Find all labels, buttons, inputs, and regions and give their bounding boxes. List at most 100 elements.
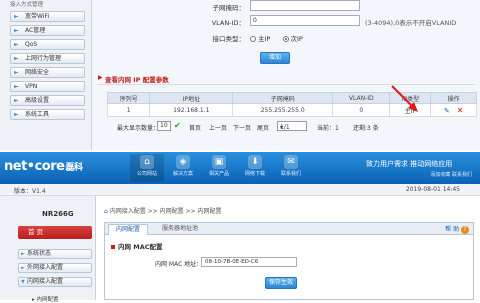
sidebar-subitem-lan-config[interactable]: ▸ 内网配置 [32,295,59,303]
sidebar-item-vpn[interactable]: ► VPN [10,81,85,92]
breadcrumb: ⌂ 内网接入配置 >> 内网配置 >> 内网配置 [104,208,222,215]
cell-mask: 255.255.255.0 [232,103,334,117]
top-screenshot: 接入方式管理 ► 宽带WiFi ► AC管理 ► QoS ► 上网行为管理 ► 网络安全 … [0,0,480,152]
sidebar-item-ac[interactable]: ► AC管理 [10,25,85,36]
chevron-down-icon: ▼ [21,279,25,285]
tab-bar: 内网配置 服务器地址池 帮 助 ? [105,223,473,235]
chevron-right-icon: ► [14,13,19,20]
nav-products[interactable]: ▣ 相关产品 [202,154,236,182]
subnet-row: 子网掩码： [93,0,480,14]
sidebar-item-tools[interactable]: ► 系统工具 [10,109,85,120]
col-header: IP类型 [389,92,432,104]
solutions-icon: ◈ [176,155,190,169]
home-icon: ⌂ [140,155,154,169]
chevron-right-icon: ► [14,83,19,90]
sidebar-item-qos[interactable]: ► QoS [10,39,85,50]
cell-ip: 192.168.1.1 [149,103,234,117]
add-button[interactable]: 增加 [260,52,290,64]
cell-type: 主IP [389,103,432,117]
home-button[interactable]: 首 页 [18,226,92,239]
subnet-label: 子网掩码： [212,4,246,12]
chevron-right-icon: ► [14,111,19,118]
chevron-right-icon: ► [14,69,19,76]
pager: 最大显示数量： 10 ✔ 首页 上一页 下一页 尾页 1/1 ▾ 当前：1 还剩… [117,121,477,133]
save-button[interactable]: 保存生效 [265,277,297,289]
sidebar-item-security[interactable]: ► 网络安全 [10,67,85,78]
sidebar-current: 接入方式管理 [10,2,44,8]
info-bar: 版本：V1.4 2019-08-01 14:45 [0,184,480,196]
datetime-text: 2019-08-01 14:45 [405,186,460,193]
bottom-content: ⌂ 内网接入配置 >> 内网配置 >> 内网配置 内网配置 服务器地址池 帮 助… [104,202,476,300]
tab-lan-config[interactable]: 内网配置 [108,224,148,235]
nav-contact[interactable]: ✉ 联系我们 [274,154,308,182]
download-icon: ⬇ [248,155,262,169]
ip-section-header: ▶ 查看内网 IP 配置参数 [97,71,475,85]
edit-icon[interactable]: ✎ [444,107,450,115]
vlan-hint: (3-4094),0表示不开启VLANID [365,19,457,27]
header-bar: net•core磊科 ⌂ 公司网站 ◈ 解决方案 ▣ 相关产品 ⬇ 网络下载 ✉ 联系我们… [0,152,480,184]
total-count: 还剩:3 条 [353,125,379,132]
subnet-input[interactable] [250,0,360,11]
next-page-link[interactable]: 下一页 [233,123,251,132]
col-header: 操作 [430,92,477,104]
iface-label: 接口类型： [212,35,246,43]
sidebar-item-wan[interactable]: ► 外网接入配置 [18,263,92,273]
chevron-right-icon: ► [14,55,19,62]
model-name: NR266G [42,210,74,218]
mac-input[interactable]: 08-10-7B-0E-ED-C6 [201,257,297,267]
radio-secondary-ip[interactable] [282,36,289,42]
col-header: IP地址 [149,92,234,104]
triangle-right-icon: ▶ [98,74,103,81]
contact-icon: ✉ [284,155,298,169]
first-page-link[interactable]: 首页 [189,123,201,132]
sidebar-item-wifi[interactable]: ► 宽带WiFi [10,11,85,22]
table-header-row: 序列号 IP地址 子网掩码 VLAN-ID IP类型 操作 [106,92,477,104]
sidebar-item-advanced[interactable]: ► 高级设置 [10,95,85,106]
last-page-link[interactable]: 尾页 [257,123,269,132]
product-icon: ▣ [212,155,226,169]
cell-vlan: 0 [332,103,391,117]
col-header: 序列号 [106,92,151,104]
bottom-screenshot: net•core磊科 ⌂ 公司网站 ◈ 解决方案 ▣ 相关产品 ⬇ 网络下载 ✉ 联系我们… [0,152,480,303]
chevron-down-icon: ▾ [280,124,284,131]
nav-solutions[interactable]: ◈ 解决方案 [166,154,200,182]
help-button[interactable]: 帮 助 ? [445,224,469,234]
vlan-row: VLAN-ID： 0 (3-4094),0表示不开启VLANID [93,15,480,29]
current-page: 当前：1 [317,125,339,132]
sidebar-item-status[interactable]: ► 系统状态 [18,249,92,259]
chevron-right-icon: ► [21,265,25,271]
slogan: 致力用户需求 推动网络应用 [366,160,453,168]
chevron-right-icon: ► [14,27,19,34]
chevron-right-icon: ► [14,97,19,104]
iface-row: 接口类型： 主IP 次IP [212,35,303,43]
nav-downloads[interactable]: ⬇ 网络下载 [238,154,272,182]
tab-server-pool[interactable]: 服务器地址池 [152,224,208,235]
version-text: 版本：V1.4 [14,188,46,195]
check-icon[interactable]: ✔ [174,121,181,130]
header-links[interactable]: 添加收藏 联系我们 [430,171,472,178]
brand-logo: net•core磊科 [4,159,83,174]
page-size-input[interactable]: 10 [157,121,171,131]
home-small-icon: ⌂ [104,208,108,215]
col-header: 子网掩码 [232,92,334,104]
sidebar-item-lan[interactable]: ▼ 内网接入配置 [18,277,92,287]
vlan-input[interactable]: 0 [250,15,360,26]
ip-table: 序列号 IP地址 子网掩码 VLAN-ID IP类型 操作 1 192.168.… [106,92,477,117]
sidebar-item-behavior[interactable]: ► 上网行为管理 [10,53,85,64]
chevron-right-icon: ► [21,251,25,257]
help-icon: ? [461,226,469,234]
page-size-label: 最大显示数量： [117,125,160,132]
page-select[interactable]: 1/1 ▾ [277,121,307,131]
radio-primary-ip[interactable] [250,36,256,42]
top-sidebar: 接入方式管理 ► 宽带WiFi ► AC管理 ► QoS ► 上网行为管理 ► 网络安全 … [0,0,92,152]
chevron-right-icon: ► [14,41,19,48]
prev-page-link[interactable]: 上一页 [209,123,227,132]
cell-actions: ✎ ✕ [430,103,477,117]
mac-section-title: 内网 MAC配置 [111,241,163,251]
delete-icon[interactable]: ✕ [457,106,464,115]
cell-index: 1 [106,103,151,117]
section-title: 查看内网 IP 配置参数 [105,76,169,84]
nav-company-site[interactable]: ⌂ 公司网站 [130,154,164,182]
col-header: VLAN-ID [332,92,391,104]
mac-label: 内网 MAC 地址： [155,261,203,268]
